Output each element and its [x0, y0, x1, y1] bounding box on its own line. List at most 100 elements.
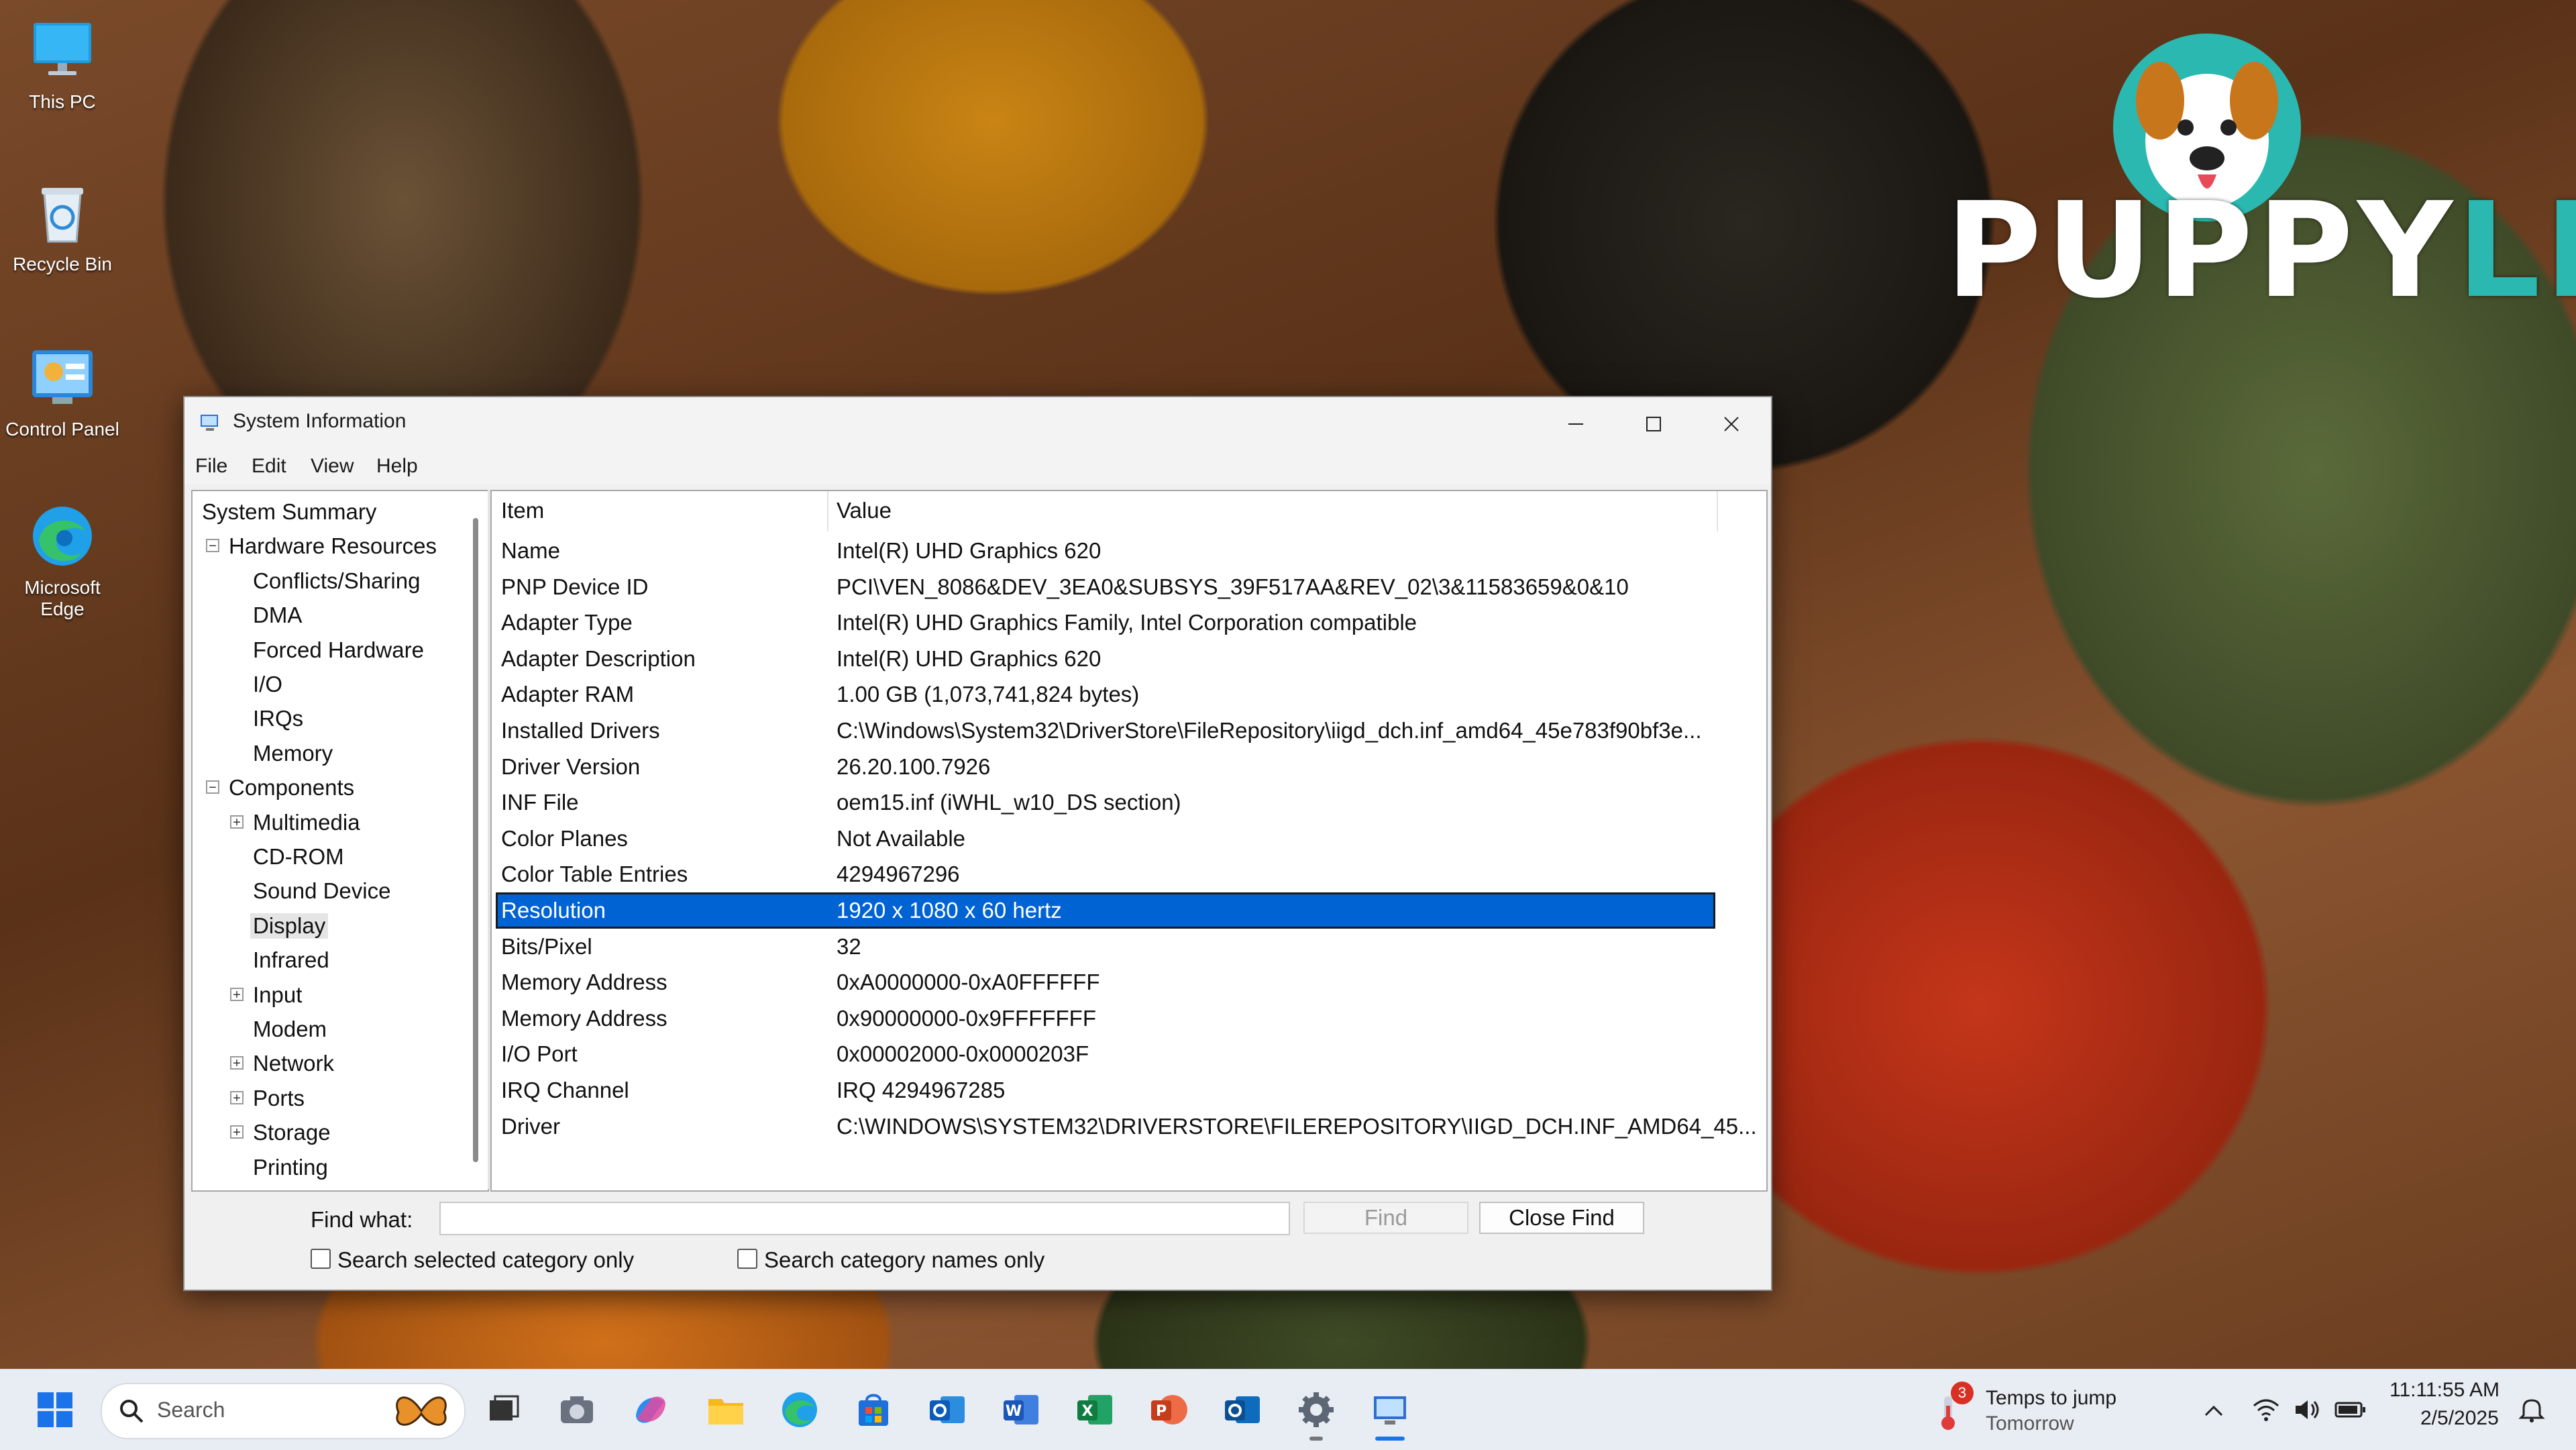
- detail-row[interactable]: Driver Version 26.20.100.7926: [496, 749, 1715, 785]
- tree-item[interactable]: System Summary: [193, 495, 461, 530]
- expand-icon[interactable]: +: [230, 1056, 244, 1070]
- tree-item[interactable]: DMA: [193, 599, 461, 633]
- volume-icon[interactable]: [2293, 1396, 2322, 1427]
- taskbar-search-box[interactable]: Search: [101, 1383, 466, 1439]
- tree-scrollbar[interactable]: [473, 518, 478, 1162]
- copilot-icon[interactable]: [629, 1388, 672, 1431]
- desktop-icon-edge[interactable]: Microsoft Edge: [0, 499, 125, 620]
- desktop-icon-recycle-bin[interactable]: Recycle Bin: [0, 176, 125, 275]
- notification-bell-icon[interactable]: [2517, 1395, 2546, 1428]
- outlook-classic-icon[interactable]: [1221, 1388, 1264, 1431]
- menu-view[interactable]: View: [311, 455, 354, 478]
- detail-row[interactable]: PNP Device ID PCI\VEN_8086&DEV_3EA0&SUBSY…: [496, 569, 1715, 605]
- close-icon: [1724, 417, 1739, 431]
- word-icon[interactable]: W: [1000, 1388, 1042, 1431]
- tree-item[interactable]: Infrared: [193, 943, 461, 978]
- tree-item[interactable]: Printing: [193, 1151, 461, 1186]
- detail-row[interactable]: Adapter Description Intel(R) UHD Graphics…: [496, 641, 1715, 677]
- tree-item[interactable]: + Network: [193, 1047, 461, 1082]
- detail-row[interactable]: Name Intel(R) UHD Graphics 620: [496, 533, 1715, 569]
- system-information-icon[interactable]: [1368, 1388, 1411, 1431]
- task-view-icon[interactable]: [482, 1388, 525, 1431]
- tree-item[interactable]: + Input: [193, 978, 461, 1013]
- detail-row[interactable]: I/O Port 0x00002000-0x0000203F: [496, 1036, 1715, 1072]
- column-header-value[interactable]: Value: [837, 498, 892, 534]
- detail-row[interactable]: INF File oem15.inf (iWHL_w10_DS section): [496, 784, 1715, 821]
- menu-help[interactable]: Help: [376, 455, 418, 478]
- detail-row[interactable]: Color Table Entries 4294967296: [496, 856, 1715, 892]
- detail-row[interactable]: Installed Drivers C:\Windows\System32\Dri…: [496, 713, 1715, 749]
- detail-row[interactable]: Bits/Pixel 32: [496, 929, 1715, 965]
- column-divider[interactable]: [827, 491, 828, 531]
- column-divider[interactable]: [1717, 491, 1718, 531]
- tree-item[interactable]: Memory: [193, 737, 461, 772]
- tree-item[interactable]: Modem: [193, 1013, 461, 1047]
- desktop-icon-this-pc[interactable]: This PC: [0, 13, 125, 113]
- expand-icon[interactable]: +: [230, 1090, 244, 1105]
- collapse-icon[interactable]: −: [206, 539, 219, 553]
- detail-value: 1.00 GB (1,073,741,824 bytes): [837, 682, 1140, 707]
- tree-item-label: Printing: [253, 1154, 328, 1180]
- column-header-item[interactable]: Item: [501, 498, 544, 534]
- find-button[interactable]: Find: [1303, 1202, 1468, 1234]
- settings-icon[interactable]: [1295, 1388, 1338, 1431]
- desktop-icon-control-panel[interactable]: Control Panel: [0, 341, 125, 440]
- tree-item[interactable]: Display: [193, 909, 461, 944]
- minimize-button[interactable]: [1537, 397, 1615, 451]
- tree-item[interactable]: − Components: [193, 771, 461, 806]
- weather-widget[interactable]: 3 Temps to jump Tomorrow: [1932, 1382, 2160, 1438]
- detail-row[interactable]: Resolution 1920 x 1080 x 60 hertz: [496, 892, 1715, 929]
- clock-time[interactable]: 11:11:55 AM: [2390, 1379, 2500, 1402]
- maximize-button[interactable]: [1615, 397, 1693, 451]
- search-category-names-label[interactable]: Search category names only: [764, 1247, 1044, 1273]
- detail-row[interactable]: Adapter RAM 1.00 GB (1,073,741,824 bytes): [496, 676, 1715, 713]
- excel-icon[interactable]: X: [1073, 1388, 1116, 1431]
- find-what-input[interactable]: [439, 1202, 1290, 1235]
- menu-file[interactable]: File: [195, 455, 227, 478]
- store-icon[interactable]: [852, 1388, 895, 1431]
- search-category-names-checkbox[interactable]: [737, 1249, 757, 1269]
- wifi-icon[interactable]: [2251, 1396, 2281, 1427]
- details-list[interactable]: Item Value Name Intel(R) UHD Graphics 620…: [490, 490, 1768, 1192]
- svg-text:W: W: [1006, 1403, 1022, 1420]
- expand-icon[interactable]: +: [230, 1125, 244, 1139]
- clock-date[interactable]: 2/5/2025: [2420, 1407, 2499, 1430]
- tree-item[interactable]: + Storage: [193, 1116, 461, 1151]
- detail-row[interactable]: Adapter Type Intel(R) UHD Graphics Family…: [496, 605, 1715, 641]
- detail-row[interactable]: Memory Address 0x90000000-0x9FFFFFFF: [496, 1000, 1715, 1037]
- expand-icon[interactable]: +: [230, 815, 244, 829]
- tree-item[interactable]: Sound Device: [193, 874, 461, 909]
- tree-item[interactable]: Forced Hardware: [193, 633, 461, 668]
- tree-item[interactable]: Conflicts/Sharing: [193, 564, 461, 599]
- close-find-button[interactable]: Close Find: [1479, 1202, 1644, 1234]
- title-bar[interactable]: System Information: [184, 397, 1771, 451]
- start-icon[interactable]: [34, 1388, 76, 1431]
- detail-row[interactable]: Memory Address 0xA0000000-0xA0FFFFFF: [496, 964, 1715, 1000]
- file-explorer-icon[interactable]: [704, 1388, 747, 1431]
- battery-icon[interactable]: [2334, 1399, 2367, 1424]
- tree-item[interactable]: I/O: [193, 668, 461, 703]
- recycle-bin-icon: [25, 176, 99, 250]
- search-selected-category-label[interactable]: Search selected category only: [337, 1247, 634, 1273]
- tree-item[interactable]: + Ports: [193, 1082, 461, 1117]
- camera-icon[interactable]: [555, 1388, 598, 1431]
- outlook-icon[interactable]: [926, 1388, 969, 1431]
- detail-row[interactable]: IRQ Channel IRQ 4294967285: [496, 1072, 1715, 1108]
- category-tree[interactable]: System Summary − Hardware Resources Conflic…: [191, 490, 489, 1192]
- detail-row[interactable]: Driver C:\WINDOWS\SYSTEM32\DRIVERSTORE\FI…: [496, 1108, 1757, 1145]
- chevron-up-icon[interactable]: [2200, 1398, 2227, 1425]
- tree-item[interactable]: CD-ROM: [193, 840, 461, 875]
- close-button[interactable]: [1693, 397, 1770, 451]
- detail-row[interactable]: Color Planes Not Available: [496, 821, 1715, 857]
- tree-item[interactable]: + Multimedia: [193, 806, 461, 841]
- edge-icon[interactable]: [778, 1388, 821, 1431]
- menu-edit[interactable]: Edit: [252, 455, 286, 478]
- detail-value: Intel(R) UHD Graphics 620: [837, 645, 1102, 671]
- tree-item[interactable]: IRQs: [193, 702, 461, 737]
- detail-value: 32: [837, 933, 861, 959]
- powerpoint-icon[interactable]: P: [1147, 1388, 1190, 1431]
- expand-icon[interactable]: +: [230, 987, 244, 1002]
- search-selected-category-checkbox[interactable]: [311, 1249, 331, 1269]
- collapse-icon[interactable]: −: [206, 780, 219, 794]
- tree-item[interactable]: − Hardware Resources: [193, 529, 461, 564]
